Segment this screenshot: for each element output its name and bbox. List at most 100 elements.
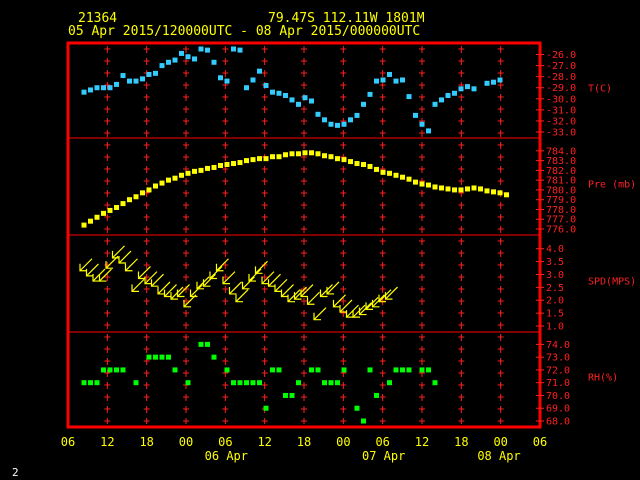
temperature-point bbox=[114, 81, 119, 87]
temperature-point bbox=[406, 94, 412, 100]
pressure-point bbox=[426, 182, 431, 188]
y-tick-label: 70.0 bbox=[546, 391, 570, 402]
rh-point bbox=[374, 392, 379, 398]
pressure-point bbox=[296, 151, 301, 157]
pressure-point bbox=[439, 185, 444, 191]
pressure-point bbox=[465, 186, 470, 192]
temperature-point bbox=[244, 85, 249, 91]
rh-point bbox=[283, 392, 288, 398]
temperature-point bbox=[348, 117, 353, 123]
temperature-point bbox=[127, 78, 132, 84]
pressure-point bbox=[140, 190, 145, 196]
x-tick-label: 00 bbox=[336, 435, 350, 449]
temperature-point bbox=[380, 77, 386, 83]
y-tick-label: 73.0 bbox=[546, 353, 570, 364]
pressure-point bbox=[367, 163, 373, 169]
wind-arrow bbox=[235, 289, 249, 303]
rh-point bbox=[88, 380, 93, 386]
pressure-point bbox=[491, 189, 496, 195]
temperature-point bbox=[159, 63, 165, 69]
temperature-point bbox=[192, 56, 197, 62]
pressure-point bbox=[250, 157, 256, 163]
pressure-point bbox=[107, 207, 113, 213]
pressure-point bbox=[153, 183, 158, 189]
temperature-point bbox=[491, 79, 496, 85]
temperature-point bbox=[393, 78, 399, 84]
x-tick-label: 18 bbox=[297, 435, 311, 449]
temperature-point bbox=[231, 46, 236, 52]
temperature-point bbox=[185, 54, 191, 60]
pressure-point bbox=[380, 169, 386, 175]
y-tick-label: 72.0 bbox=[546, 365, 570, 376]
temperature-point bbox=[198, 46, 204, 52]
temperature-point bbox=[211, 59, 217, 65]
rh-point bbox=[133, 380, 139, 386]
rh-point bbox=[400, 367, 405, 373]
pressure-point bbox=[94, 214, 100, 220]
pressure-point bbox=[244, 158, 249, 164]
y-tick-label: 3.5 bbox=[546, 257, 564, 268]
rh-point bbox=[107, 367, 113, 373]
x-tick-label: 06 bbox=[375, 435, 389, 449]
rh-point bbox=[341, 367, 347, 373]
page-number: 2 bbox=[12, 466, 19, 479]
pressure-point bbox=[335, 156, 340, 162]
rh-point bbox=[419, 367, 425, 373]
pressure-point bbox=[406, 176, 412, 182]
rh-point bbox=[276, 367, 282, 373]
pressure-point bbox=[302, 150, 308, 156]
wind-arrow bbox=[228, 281, 242, 295]
rh-point bbox=[120, 367, 126, 373]
x-axis: 06 12 18 00 06 12 18 00 06 12 18 00 0606 Apr 07 Apr 08… bbox=[61, 435, 547, 463]
panel-label: Pre (mb) bbox=[588, 180, 636, 191]
wind-arrow-shaft bbox=[131, 278, 145, 292]
pressure-point bbox=[315, 151, 321, 157]
wind-arrow-shaft bbox=[307, 291, 320, 305]
x-tick-label: 00 bbox=[493, 435, 507, 449]
temperature-point bbox=[107, 85, 113, 91]
wind-arrow-shaft bbox=[255, 260, 268, 274]
x-tick-label: 06 bbox=[533, 435, 547, 449]
temperature-point bbox=[88, 87, 93, 93]
pressure-point bbox=[354, 161, 360, 167]
pressure-point bbox=[348, 159, 353, 165]
rh-point bbox=[250, 380, 256, 386]
wind-arrow-shaft bbox=[313, 307, 327, 321]
temperature-point bbox=[101, 85, 106, 91]
x-tick-label: 12 bbox=[100, 435, 114, 449]
pressure-point bbox=[452, 187, 457, 193]
temperature-point bbox=[361, 101, 366, 107]
temperature-point bbox=[263, 83, 269, 89]
temperature-point bbox=[270, 89, 275, 95]
temperature-point bbox=[387, 71, 392, 77]
wind-arrow-shaft bbox=[229, 281, 242, 295]
temperature-point bbox=[497, 77, 503, 83]
temperature-point bbox=[224, 78, 230, 84]
rh-point bbox=[114, 367, 119, 373]
wind-arrow bbox=[118, 250, 132, 264]
rh-point bbox=[432, 380, 438, 386]
rh-point bbox=[309, 367, 314, 373]
temperature-point bbox=[81, 89, 87, 95]
temperature-point bbox=[354, 112, 360, 118]
temperature-point bbox=[289, 97, 295, 103]
y-tick-label: -28.0 bbox=[546, 72, 576, 83]
pressure-point bbox=[133, 194, 139, 200]
y-tick-label: 776.0 bbox=[546, 225, 576, 236]
pressure-point bbox=[497, 190, 503, 196]
y-tick-label: 1.0 bbox=[546, 322, 564, 333]
time-period: 05 Apr 2015/120000UTC - 08 Apr 2015/0000… bbox=[68, 24, 420, 39]
temperature-point bbox=[257, 68, 262, 74]
temperature-point bbox=[250, 77, 256, 83]
pressure-point bbox=[120, 201, 126, 207]
temperature-point bbox=[302, 95, 308, 101]
temperature-point bbox=[179, 50, 184, 56]
rh-point bbox=[185, 380, 191, 386]
y-tick-label: 4.0 bbox=[546, 244, 564, 255]
pressure-point bbox=[81, 222, 87, 228]
pressure-point bbox=[88, 218, 93, 224]
rh-point bbox=[211, 354, 217, 360]
wind-arrow bbox=[98, 268, 112, 282]
temperature-point bbox=[218, 75, 223, 81]
pressure-point bbox=[283, 152, 288, 158]
